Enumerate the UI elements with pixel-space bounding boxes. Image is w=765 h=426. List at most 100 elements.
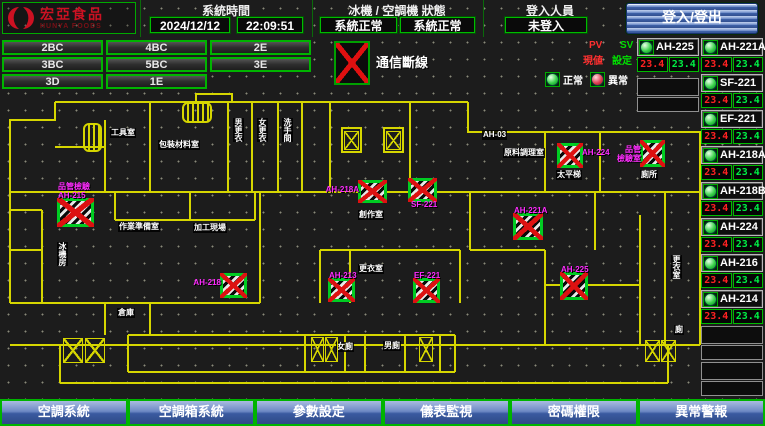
plan-unit-label: EF-221 xyxy=(414,271,440,280)
equipment-row-EF-221[interactable]: EF-221 xyxy=(701,110,763,128)
plan-unit-label: 品管檢驗AH-215 xyxy=(58,182,90,200)
floor-button-2E[interactable]: 2E xyxy=(210,40,311,55)
plan-unit-AH-224[interactable]: AH-224 xyxy=(557,143,583,168)
equipment-slot-empty xyxy=(701,362,763,380)
equipment-values: 23.423.4 xyxy=(701,201,763,216)
equipment-slot-empty xyxy=(701,381,763,396)
nav-button-參數設定[interactable]: 參數設定 xyxy=(255,399,383,426)
nav-button-密碼權限[interactable]: 密碼權限 xyxy=(510,399,638,426)
sv-value: 23.4 xyxy=(733,57,764,72)
equipment-name: AH-224 xyxy=(720,221,758,233)
status-led-icon xyxy=(703,148,718,163)
login-logout-button[interactable]: 登入/登出 xyxy=(626,3,758,34)
plan-unit-AH-218[interactable]: AH-218 xyxy=(220,273,247,298)
sv-value: 23.4 xyxy=(669,57,700,72)
status-led-icon xyxy=(703,292,718,307)
room-label: 作業準備室 xyxy=(118,222,160,232)
equipment-slot-empty xyxy=(701,326,763,344)
header: 宏亞食品 HUNYA FOODS 系統時間 2024/12/12 22:09:5… xyxy=(0,0,765,37)
fixture-icon xyxy=(182,102,212,123)
equipment-name: AH-221A xyxy=(720,41,765,53)
pv-value: 23.4 xyxy=(701,273,732,288)
equipment-row-AH-225[interactable]: AH-225 xyxy=(637,38,699,56)
pv-value: 23.4 xyxy=(701,57,732,72)
plan-unit-AH-215[interactable]: 品管檢驗AH-215 xyxy=(57,198,94,227)
stair-icon xyxy=(63,338,83,363)
equipment-row-AH-214[interactable]: AH-214 xyxy=(701,290,763,308)
equipment-name: AH-216 xyxy=(720,257,758,269)
sv-value: 23.4 xyxy=(733,165,764,180)
equipment-row-AH-221A[interactable]: AH-221A xyxy=(701,38,763,56)
sv-sub-label: 設定 xyxy=(612,52,632,67)
plan-unit-label: AH-218A xyxy=(326,185,359,194)
plan-unit-label: 品管檢驗室 xyxy=(617,145,641,163)
brand-icon xyxy=(6,4,36,32)
floor-button-3E[interactable]: 3E xyxy=(210,57,311,72)
room-label: 女更衣 xyxy=(257,118,268,142)
floor-button-3D[interactable]: 3D xyxy=(2,74,103,89)
pv-value: 23.4 xyxy=(701,201,732,216)
status-led-icon xyxy=(703,256,718,271)
pv-value: 23.4 xyxy=(701,129,732,144)
equipment-row-AH-218B[interactable]: AH-218B xyxy=(701,182,763,200)
floor-button-1E[interactable]: 1E xyxy=(106,74,207,89)
stair-icon xyxy=(311,337,324,362)
floor-button-5BC[interactable]: 5BC xyxy=(106,57,207,72)
floor-plan: 品管檢驗AH-215 AH-218 AH-218A SF-221 AH-224 品管檢驗室… xyxy=(0,90,702,395)
comm-loss-icon xyxy=(334,41,370,85)
room-label: 更衣室 xyxy=(358,264,384,274)
floor-button-3BC[interactable]: 3BC xyxy=(2,57,103,72)
plan-unit-label: AH-213 xyxy=(329,271,357,280)
plan-unit-AH-225[interactable]: AH-225 xyxy=(560,272,588,300)
room-label: 太平梯 xyxy=(556,170,582,180)
sv-value: 23.4 xyxy=(733,309,764,324)
pv-value: 23.4 xyxy=(701,309,732,324)
nav-button-空調系統[interactable]: 空調系統 xyxy=(0,399,128,426)
chiller-status-value: 系統正常 xyxy=(320,17,397,33)
equipment-row-AH-216[interactable]: AH-216 xyxy=(701,254,763,272)
equipment-name: AH-218B xyxy=(720,185,765,197)
nav-button-異常警報[interactable]: 異常警報 xyxy=(638,399,765,426)
plan-unit-EF-221[interactable]: EF-221 xyxy=(413,278,440,303)
pv-header: PV xyxy=(589,40,602,51)
nav-button-空調箱系統[interactable]: 空調箱系統 xyxy=(128,399,256,426)
floor-button-2BC[interactable]: 2BC xyxy=(2,40,103,55)
stair-icon xyxy=(661,340,676,362)
hmi-screen: 宏亞食品 HUNYA FOODS 系統時間 2024/12/12 22:09:5… xyxy=(0,0,765,426)
plan-unit-AH-221A[interactable]: AH-221A xyxy=(513,213,543,240)
room-label: 女廁 xyxy=(336,342,354,352)
equipment-row-AH-218A[interactable]: AH-218A xyxy=(701,146,763,164)
equipment-slot-empty xyxy=(637,78,699,96)
pv-value: 23.4 xyxy=(701,165,732,180)
pv-sub-label: 現値 xyxy=(583,52,603,67)
plan-unit-AH-218A[interactable]: AH-218A xyxy=(358,180,387,203)
room-label: 工具室 xyxy=(110,128,136,138)
nav-button-儀表監視[interactable]: 儀表監視 xyxy=(383,399,511,426)
legend-normal-label: 正常 xyxy=(563,72,583,87)
system-time-value: 22:09:51 xyxy=(237,17,303,33)
room-label: 冰機房 xyxy=(57,242,68,266)
legend-abnormal: 異常 xyxy=(590,72,628,87)
legend-normal: 正常 xyxy=(545,72,583,87)
sv-value: 23.4 xyxy=(733,273,764,288)
equipment-slot-empty xyxy=(701,345,763,360)
brand-name: 宏亞食品 xyxy=(40,7,104,21)
room-label: 廁所 xyxy=(640,170,658,180)
sv-value: 23.4 xyxy=(733,201,764,216)
plan-unit-label: AH-224 xyxy=(582,148,610,157)
room-label: 加工現場 xyxy=(193,223,227,233)
system-date-value: 2024/12/12 xyxy=(150,17,230,33)
equipment-values: 23.423.4 xyxy=(701,237,763,252)
plan-unit-AH-213[interactable]: AH-213 xyxy=(328,278,355,302)
status-led-icon xyxy=(703,112,718,127)
normal-led-icon xyxy=(545,72,560,87)
plan-unit-檢驗室[interactable]: 品管檢驗室 xyxy=(640,140,665,167)
equipment-row-SF-221[interactable]: SF-221 xyxy=(701,74,763,92)
room-label: AH-03 xyxy=(482,130,507,140)
equipment-row-AH-224[interactable]: AH-224 xyxy=(701,218,763,236)
plan-unit-SF-221[interactable]: SF-221 xyxy=(408,178,437,202)
room-label: 洗手間 xyxy=(282,118,293,142)
floor-button-4BC[interactable]: 4BC xyxy=(106,40,207,55)
status-led-icon xyxy=(703,76,718,91)
abnormal-led-icon xyxy=(590,72,605,87)
